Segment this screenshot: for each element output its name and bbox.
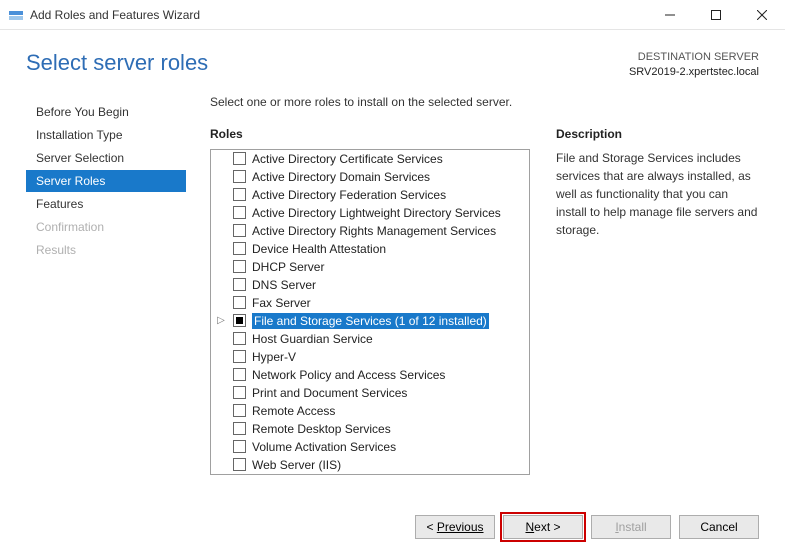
role-row[interactable]: DHCP Server [211, 258, 529, 276]
nav-item-server-roles[interactable]: Server Roles [26, 170, 186, 192]
role-checkbox[interactable] [233, 404, 246, 417]
previous-button[interactable]: < Previous [415, 515, 495, 539]
role-label: Active Directory Federation Services [252, 187, 446, 203]
window-controls [647, 0, 785, 30]
role-label: Fax Server [252, 295, 311, 311]
role-checkbox[interactable] [233, 314, 246, 327]
role-row[interactable]: ▷ File and Storage Services (1 of 12 inst… [211, 312, 529, 330]
role-row[interactable]: DNS Server [211, 276, 529, 294]
titlebar: Add Roles and Features Wizard [0, 0, 785, 30]
role-label: Hyper-V [252, 349, 296, 365]
expand-icon[interactable]: ▷ [215, 313, 227, 329]
nav-item-features[interactable]: Features [26, 193, 186, 215]
role-checkbox[interactable] [233, 152, 246, 165]
role-label: Remote Access [252, 403, 335, 419]
next-button[interactable]: Next > [503, 515, 583, 539]
role-checkbox[interactable] [233, 458, 246, 471]
description-text: File and Storage Services includes servi… [556, 149, 759, 239]
role-label: DHCP Server [252, 259, 324, 275]
role-checkbox[interactable] [233, 206, 246, 219]
destination-value: SRV2019-2.xpertstec.local [629, 65, 759, 80]
role-row[interactable]: Windows Deployment Services [211, 474, 529, 475]
role-row[interactable]: Print and Document Services [211, 384, 529, 402]
roles-label: Roles [210, 127, 530, 141]
role-label: Device Health Attestation [252, 241, 386, 257]
role-row[interactable]: Fax Server [211, 294, 529, 312]
header: Select server roles DESTINATION SERVER S… [0, 30, 785, 93]
role-checkbox[interactable] [233, 368, 246, 381]
role-row[interactable]: Device Health Attestation [211, 240, 529, 258]
role-label: Print and Document Services [252, 385, 407, 401]
footer-buttons: < Previous Next > Install Cancel [415, 515, 759, 539]
role-checkbox[interactable] [233, 170, 246, 183]
role-label: Active Directory Rights Management Servi… [252, 223, 496, 239]
role-label: Host Guardian Service [252, 331, 373, 347]
role-checkbox[interactable] [233, 224, 246, 237]
role-label: File and Storage Services (1 of 12 insta… [252, 313, 489, 329]
nav-item-results: Results [26, 239, 186, 261]
role-checkbox[interactable] [233, 386, 246, 399]
nav-item-server-selection[interactable]: Server Selection [26, 147, 186, 169]
role-row[interactable]: Active Directory Certificate Services [211, 150, 529, 168]
destination-server: DESTINATION SERVER SRV2019-2.xpertstec.l… [629, 50, 759, 81]
role-label: Volume Activation Services [252, 439, 396, 455]
role-checkbox[interactable] [233, 332, 246, 345]
role-checkbox[interactable] [233, 242, 246, 255]
page-title: Select server roles [26, 50, 208, 76]
nav-item-confirmation: Confirmation [26, 216, 186, 238]
role-label: Network Policy and Access Services [252, 367, 445, 383]
role-checkbox[interactable] [233, 440, 246, 453]
nav-item-installation-type[interactable]: Installation Type [26, 124, 186, 146]
role-row[interactable]: Active Directory Rights Management Servi… [211, 222, 529, 240]
role-checkbox[interactable] [233, 188, 246, 201]
role-label: DNS Server [252, 277, 316, 293]
role-label: Web Server (IIS) [252, 457, 341, 473]
wizard-nav: Before You BeginInstallation TypeServer … [26, 93, 186, 493]
role-row[interactable]: Active Directory Federation Services [211, 186, 529, 204]
role-row[interactable]: Hyper-V [211, 348, 529, 366]
role-row[interactable]: Web Server (IIS) [211, 456, 529, 474]
main-panel: Select one or more roles to install on t… [186, 93, 759, 493]
role-checkbox[interactable] [233, 296, 246, 309]
description-label: Description [556, 127, 759, 141]
destination-label: DESTINATION SERVER [629, 50, 759, 65]
role-checkbox[interactable] [233, 278, 246, 291]
role-row[interactable]: Host Guardian Service [211, 330, 529, 348]
maximize-button[interactable] [693, 0, 739, 30]
nav-item-before-you-begin[interactable]: Before You Begin [26, 101, 186, 123]
roles-listbox[interactable]: Active Directory Certificate Services Act… [210, 149, 530, 475]
window-title: Add Roles and Features Wizard [30, 8, 200, 22]
role-row[interactable]: Network Policy and Access Services [211, 366, 529, 384]
instruction-text: Select one or more roles to install on t… [210, 95, 759, 109]
role-row[interactable]: Remote Access [211, 402, 529, 420]
role-label: Active Directory Domain Services [252, 169, 430, 185]
close-button[interactable] [739, 0, 785, 30]
role-checkbox[interactable] [233, 422, 246, 435]
role-row[interactable]: Active Directory Lightweight Directory S… [211, 204, 529, 222]
role-label: Remote Desktop Services [252, 421, 391, 437]
role-row[interactable]: Active Directory Domain Services [211, 168, 529, 186]
role-checkbox[interactable] [233, 260, 246, 273]
app-icon [8, 7, 24, 23]
role-label: Active Directory Lightweight Directory S… [252, 205, 501, 221]
install-button[interactable]: Install [591, 515, 671, 539]
cancel-button[interactable]: Cancel [679, 515, 759, 539]
minimize-button[interactable] [647, 0, 693, 30]
role-label: Active Directory Certificate Services [252, 151, 443, 167]
role-row[interactable]: Remote Desktop Services [211, 420, 529, 438]
role-checkbox[interactable] [233, 350, 246, 363]
role-row[interactable]: Volume Activation Services [211, 438, 529, 456]
